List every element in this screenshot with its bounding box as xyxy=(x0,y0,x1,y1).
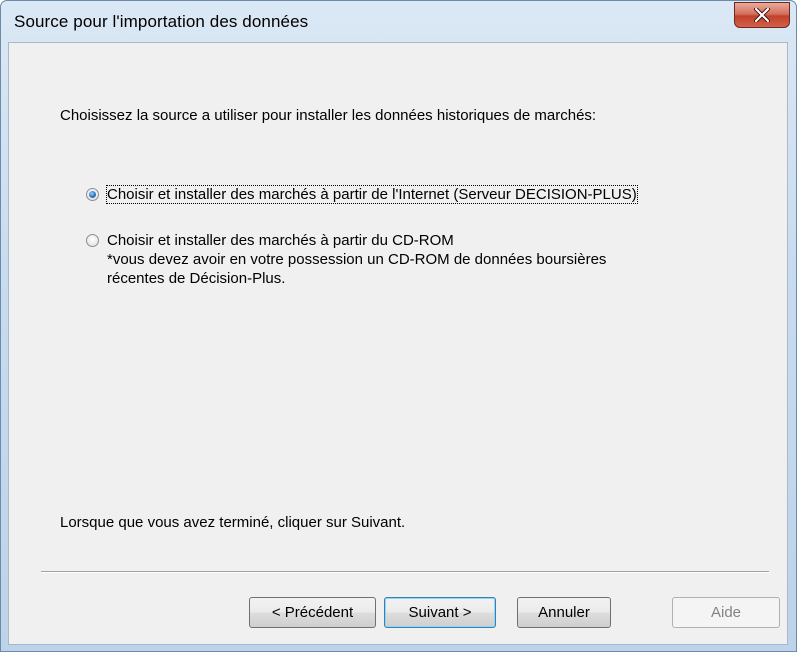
close-icon xyxy=(754,8,770,22)
cdrom-note-line-1: *vous devez avoir en votre possession un… xyxy=(107,251,607,268)
internet-option-label[interactable]: Choisir et installer des marchés à parti… xyxy=(106,185,638,204)
dialog-content: Choisissez la source a utiliser pour ins… xyxy=(8,42,788,645)
cdrom-option-label[interactable]: Choisir et installer des marchés à parti… xyxy=(107,232,454,249)
dialog-window: Source pour l'importation des données Ch… xyxy=(0,0,797,652)
finish-instruction-text: Lorsque que vous avez terminé, cliquer s… xyxy=(60,514,406,531)
internet-radio-button[interactable] xyxy=(86,188,99,201)
separator-line xyxy=(41,571,769,573)
cancel-button[interactable]: Annuler xyxy=(517,597,611,628)
instruction-text: Choisissez la source a utiliser pour ins… xyxy=(60,107,597,124)
previous-button[interactable]: < Précédent xyxy=(249,597,376,628)
next-button[interactable]: Suivant > xyxy=(384,597,496,628)
title-bar[interactable]: Source pour l'importation des données xyxy=(1,1,796,42)
cdrom-radio-button[interactable] xyxy=(86,234,99,247)
help-button[interactable]: Aide xyxy=(672,597,780,628)
window-title: Source pour l'importation des données xyxy=(14,12,309,31)
cdrom-note-line-2: récentes de Décision-Plus. xyxy=(107,270,286,287)
close-button[interactable] xyxy=(734,2,790,28)
